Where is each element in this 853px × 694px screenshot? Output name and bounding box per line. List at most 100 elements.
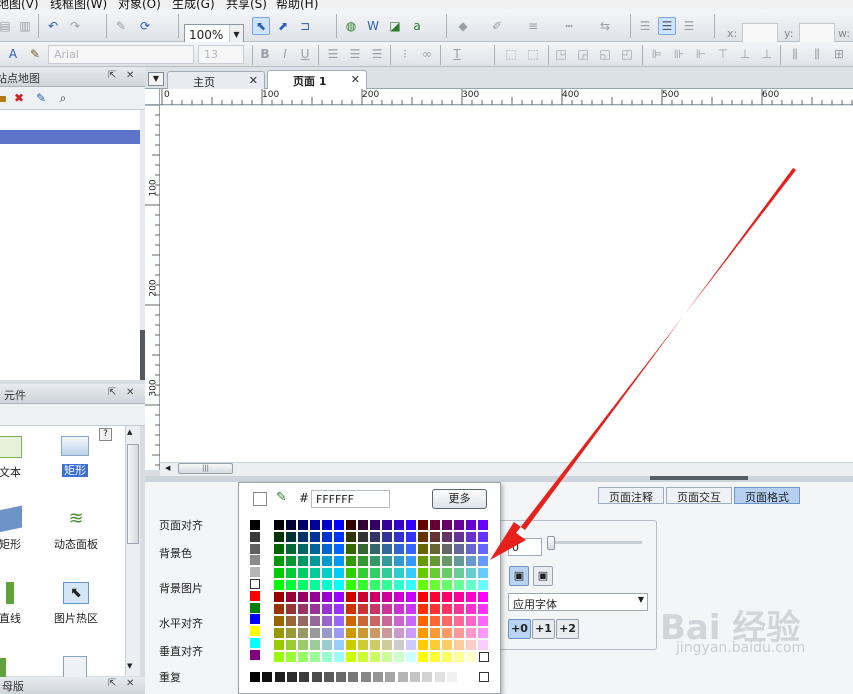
brush-icon[interactable]: ✎ [26, 45, 44, 63]
web-color-swatch[interactable] [358, 628, 368, 638]
line-style-icon[interactable]: ┅ [560, 17, 578, 35]
text-align-left-icon[interactable]: ☰ [324, 45, 342, 63]
web-color-swatch[interactable] [418, 592, 428, 602]
selected-page-row[interactable] [0, 130, 140, 144]
canvas-horizontal-scrollbar[interactable]: ◀ [160, 462, 853, 476]
web-color-swatch[interactable] [454, 520, 464, 530]
web-color-swatch[interactable] [430, 580, 440, 590]
select-contained-icon[interactable]: ⬈ [274, 17, 292, 35]
web-color-swatch[interactable] [298, 520, 308, 530]
text-align-center-icon[interactable]: ☰ [346, 45, 364, 63]
web-color-swatch[interactable] [394, 532, 404, 542]
web-color-swatch[interactable] [298, 616, 308, 626]
web-color-swatch[interactable] [382, 532, 392, 542]
web-color-swatch[interactable] [298, 568, 308, 578]
web-color-swatch[interactable] [274, 592, 284, 602]
web-color-swatch[interactable] [274, 652, 284, 662]
web-color-swatch[interactable] [418, 520, 428, 530]
scroll-down-icon[interactable]: ▼ [127, 662, 132, 670]
color-mode-icon[interactable]: ▣ [509, 566, 529, 586]
undo-icon[interactable]: ↶ [44, 17, 62, 35]
web-color-swatch[interactable] [394, 568, 404, 578]
gray-swatch[interactable] [459, 672, 470, 682]
group-icon[interactable]: ⬚ [502, 45, 520, 63]
web-color-swatch[interactable] [322, 628, 332, 638]
web-color-swatch[interactable] [406, 616, 416, 626]
web-color-swatch[interactable] [334, 544, 344, 554]
edit-page-icon[interactable]: ✎ [32, 89, 50, 107]
publish-icon[interactable]: a [408, 17, 426, 35]
web-color-swatch[interactable] [418, 556, 428, 566]
splitter-grip[interactable] [650, 476, 748, 480]
web-color-swatch[interactable] [310, 592, 320, 602]
web-color-swatch[interactable] [322, 616, 332, 626]
basic-color-swatch[interactable] [250, 590, 260, 601]
web-color-swatch[interactable] [346, 544, 356, 554]
web-color-swatch[interactable] [274, 544, 284, 554]
web-color-swatch[interactable] [454, 532, 464, 542]
gray-swatch[interactable] [385, 672, 396, 682]
web-color-swatch[interactable] [346, 556, 356, 566]
web-color-swatch[interactable] [370, 544, 380, 554]
web-color-swatch[interactable] [394, 580, 404, 590]
web-color-swatch[interactable] [430, 532, 440, 542]
basic-color-swatch[interactable] [250, 555, 260, 566]
web-color-swatch[interactable] [298, 556, 308, 566]
web-color-swatch[interactable] [454, 616, 464, 626]
text-style-icon[interactable]: A [4, 45, 22, 63]
font-family-dropdown[interactable]: 应用字体 ▼ [508, 593, 648, 611]
web-color-swatch[interactable] [346, 616, 356, 626]
scroll-thumb[interactable] [127, 444, 139, 544]
web-color-swatch[interactable] [274, 556, 284, 566]
web-color-swatch[interactable] [406, 520, 416, 530]
font-family-select[interactable]: Arial [48, 45, 194, 64]
send-backward-icon[interactable]: ◰ [618, 45, 636, 63]
web-color-swatch[interactable] [454, 556, 464, 566]
web-color-swatch[interactable] [358, 544, 368, 554]
tab-page-style[interactable]: 页面格式 [734, 487, 800, 504]
web-color-swatch[interactable] [442, 544, 452, 554]
close-icon[interactable]: ✕ [351, 73, 360, 86]
web-color-swatch[interactable] [394, 652, 404, 662]
web-color-swatch[interactable] [346, 520, 356, 530]
tab-page-notes[interactable]: 页面注释 [598, 487, 664, 504]
basic-color-swatch[interactable] [250, 638, 260, 648]
tab-list-dropdown[interactable]: ▼ [148, 72, 164, 86]
web-color-swatch[interactable] [286, 556, 296, 566]
web-color-swatch[interactable] [322, 580, 332, 590]
align-center-icon[interactable]: ☰ [658, 17, 676, 35]
text-align-right-icon[interactable]: ☰ [368, 45, 386, 63]
web-color-swatch[interactable] [358, 640, 368, 650]
web-color-swatch[interactable] [406, 652, 416, 662]
web-color-swatch[interactable] [310, 628, 320, 638]
web-color-swatch[interactable] [442, 652, 452, 662]
align-obj-bottom-icon[interactable]: ⊥ [758, 45, 776, 63]
search-icon[interactable]: ⌕ [54, 89, 72, 107]
gray-swatch[interactable] [274, 672, 285, 682]
line-color-icon[interactable]: ✐ [488, 17, 506, 35]
web-color-swatch[interactable] [322, 556, 332, 566]
basic-color-swatch[interactable] [250, 531, 260, 542]
hex-color-input[interactable]: FFFFFF [311, 490, 390, 508]
web-color-swatch[interactable] [442, 640, 452, 650]
web-color-swatch[interactable] [370, 640, 380, 650]
web-color-swatch[interactable] [370, 652, 380, 662]
close-icon[interactable]: ✕ [126, 678, 134, 689]
web-color-swatch[interactable] [334, 520, 344, 530]
web-color-swatch[interactable] [274, 520, 284, 530]
help-icon[interactable]: ? [99, 428, 112, 441]
web-color-swatch[interactable] [310, 580, 320, 590]
web-color-swatch[interactable] [478, 616, 488, 626]
web-color-swatch[interactable] [346, 592, 356, 602]
web-color-swatch[interactable] [274, 604, 284, 614]
pin-icon[interactable]: ⇱ [108, 70, 116, 81]
web-color-swatch[interactable] [310, 568, 320, 578]
web-color-swatch[interactable] [334, 604, 344, 614]
web-color-swatch[interactable] [430, 640, 440, 650]
gray-swatch[interactable] [323, 672, 334, 682]
font-size-select[interactable]: 13 [198, 45, 244, 64]
basic-color-swatch[interactable] [250, 602, 260, 613]
align-left-icon[interactable]: ☰ [636, 17, 654, 35]
widget-hotspot[interactable]: ⬉ 图片热区 [50, 582, 102, 626]
web-color-swatch[interactable] [454, 568, 464, 578]
